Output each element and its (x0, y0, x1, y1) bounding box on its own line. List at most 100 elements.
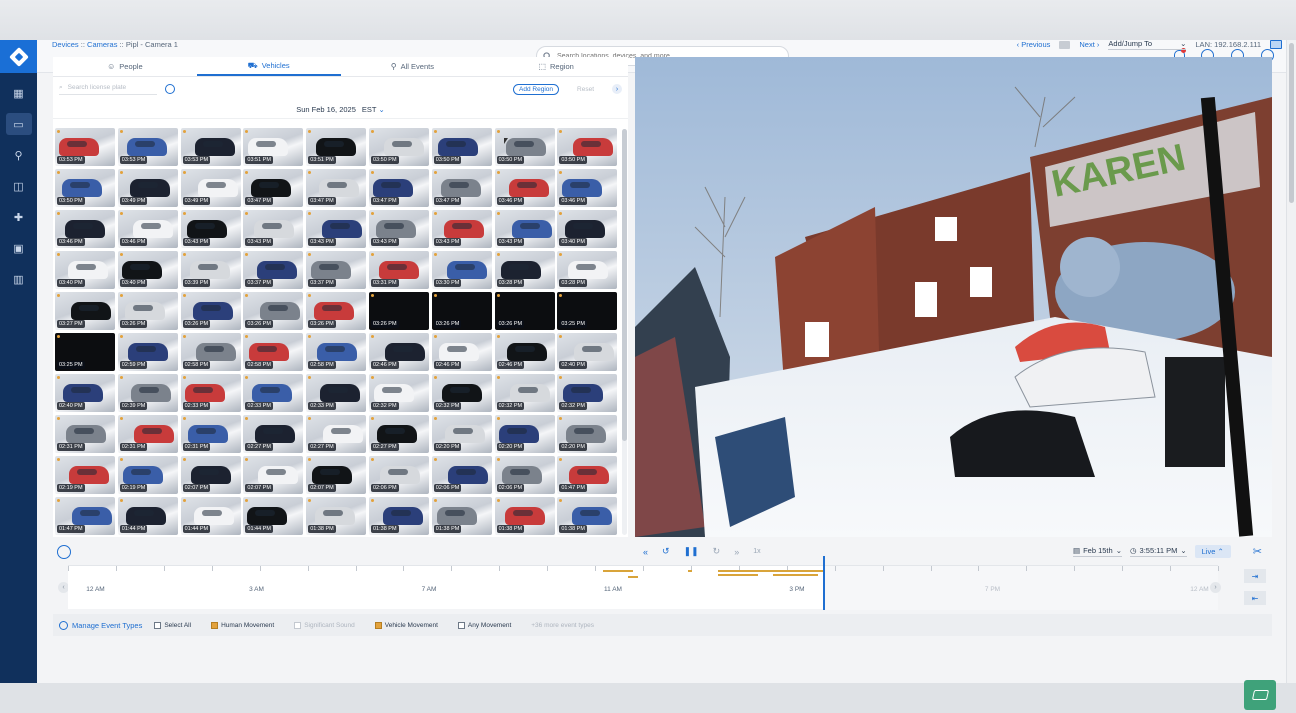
vehicle-thumbnail[interactable]: 02:46 PM (431, 333, 492, 371)
tab-all-events[interactable]: ⚲ All Events (341, 57, 485, 76)
zoom-search-icon[interactable] (57, 545, 71, 559)
vehicle-thumbnail[interactable]: 02:32 PM (431, 374, 492, 412)
window-scrollbar[interactable] (1287, 40, 1296, 683)
vehicle-thumbnail[interactable]: 02:20 PM (557, 415, 617, 453)
breadcrumb-cameras[interactable]: Cameras (87, 40, 117, 49)
cameras-nav-item[interactable]: ▭ (5, 113, 32, 135)
plate-search-field[interactable]: ⌕ Search license plate (59, 84, 157, 95)
tab-vehicles[interactable]: ⛟ Vehicles (196, 57, 341, 76)
more-event-types-link[interactable]: +36 more event types (531, 622, 594, 629)
vehicle-thumbnail[interactable]: 03:47 PM (243, 169, 304, 207)
vehicle-thumbnail[interactable]: 02:07 PM (306, 456, 367, 494)
vehicle-thumbnail[interactable]: 03:49 PM (180, 169, 241, 207)
vehicle-thumbnail[interactable]: 01:38 PM (494, 497, 555, 535)
timeline-event-bar[interactable] (688, 570, 692, 572)
breadcrumb-devices[interactable]: Devices (52, 40, 79, 49)
vehicle-thumbnail[interactable]: 03:50 PM (431, 128, 492, 166)
vehicle-thumbnail[interactable]: 03:43 PM (431, 210, 492, 248)
vehicle-thumbnail[interactable]: 03:51 PM (243, 128, 304, 166)
event-type-checkbox-significant-sound[interactable]: Significant Sound (294, 621, 355, 629)
color-palette-icon[interactable] (165, 84, 175, 94)
vehicle-thumbnail[interactable]: 02:58 PM (180, 333, 241, 371)
event-type-checkbox-vehicle-movement[interactable]: Vehicle Movement (374, 621, 438, 629)
vehicle-thumbnail[interactable]: 02:59 PM (117, 333, 178, 371)
reset-button[interactable]: Reset (577, 86, 594, 93)
vehicle-thumbnail[interactable]: 03:31 PM (368, 251, 429, 289)
vehicle-thumbnail[interactable]: 01:44 PM (180, 497, 241, 535)
vehicle-thumbnail[interactable]: 03:50 PM (494, 128, 555, 166)
vehicle-thumbnail[interactable]: 02:33 PM (243, 374, 304, 412)
vehicle-thumbnail[interactable]: 02:19 PM (117, 456, 178, 494)
time-picker[interactable]: ◷ 3:55:11 PM ⌄ (1129, 546, 1187, 557)
grid-scrollbar[interactable] (622, 129, 627, 535)
access-control-nav-item[interactable]: ✚ (6, 206, 32, 228)
vehicle-thumbnail[interactable]: 02:27 PM (368, 415, 429, 453)
vehicle-thumbnail[interactable]: 03:50 PM (55, 169, 115, 207)
vehicle-thumbnail[interactable]: 03:37 PM (306, 251, 367, 289)
timeline-playhead[interactable] (823, 556, 825, 610)
vehicle-thumbnail[interactable]: 03:49 PM (117, 169, 178, 207)
vehicle-thumbnail[interactable]: 03:37 PM (243, 251, 304, 289)
vehicle-thumbnail[interactable]: 02:46 PM (494, 333, 555, 371)
chat-support-button[interactable] (1244, 680, 1276, 710)
tab-region[interactable]: ⬚ Region (484, 57, 628, 76)
vehicle-thumbnail[interactable]: 02:07 PM (243, 456, 304, 494)
vehicle-thumbnail[interactable]: 02:31 PM (117, 415, 178, 453)
vehicle-thumbnail[interactable]: 03:26 PM (368, 292, 429, 330)
timezone-select[interactable]: EST ⌄ (362, 105, 385, 114)
dashboard-nav-item[interactable]: ▦ (6, 82, 32, 104)
rewind-button[interactable]: « (643, 547, 648, 557)
vehicle-thumbnail[interactable]: 03:50 PM (368, 128, 429, 166)
timeline-right-button[interactable]: › (1210, 582, 1221, 593)
vehicle-thumbnail[interactable]: 02:20 PM (494, 415, 555, 453)
vehicle-thumbnail[interactable]: 02:06 PM (368, 456, 429, 494)
vehicle-thumbnail[interactable]: 02:58 PM (306, 333, 367, 371)
vehicle-thumbnail[interactable]: 03:28 PM (557, 251, 617, 289)
vehicle-thumbnail[interactable]: 03:47 PM (306, 169, 367, 207)
playback-rate[interactable]: 1x (753, 548, 760, 555)
vehicle-thumbnail[interactable]: 02:32 PM (557, 374, 617, 412)
timeline-event-bar[interactable] (603, 570, 633, 572)
vehicle-thumbnail[interactable]: 03:26 PM (494, 292, 555, 330)
date-picker[interactable]: ▤ Feb 15th ⌄ (1072, 546, 1122, 557)
vehicle-thumbnail[interactable]: 03:43 PM (243, 210, 304, 248)
vehicle-thumbnail[interactable]: 02:06 PM (494, 456, 555, 494)
vehicle-thumbnail[interactable]: 01:44 PM (243, 497, 304, 535)
vehicle-thumbnail[interactable]: 03:40 PM (117, 251, 178, 289)
vehicle-thumbnail[interactable]: 03:40 PM (55, 251, 115, 289)
tab-people[interactable]: ☺ People (53, 57, 197, 76)
event-type-checkbox-human-movement[interactable]: Human Movement (211, 621, 274, 629)
map-nav-item[interactable]: ◫ (6, 175, 32, 197)
vehicle-thumbnail[interactable]: 03:26 PM (243, 292, 304, 330)
add-region-button[interactable]: Add Region (513, 83, 560, 95)
skip-back-button[interactable]: ↺ (662, 546, 670, 557)
vehicle-thumbnail[interactable]: 03:46 PM (117, 210, 178, 248)
vehicle-thumbnail[interactable]: 03:46 PM (55, 210, 115, 248)
timeline-event-bar[interactable] (628, 576, 638, 578)
vehicle-thumbnail[interactable]: 03:43 PM (494, 210, 555, 248)
previous-camera-link[interactable]: ‹ Previous (1017, 40, 1051, 49)
vehicle-thumbnail[interactable]: 03:53 PM (55, 128, 115, 166)
jump-to-select[interactable]: Add/Jump To ⌄ (1108, 39, 1187, 50)
timeline-track[interactable]: 12 AM 3 AM 7 AM 11 AM 3 PM 7 PM 12 AM (68, 556, 1219, 610)
vehicle-thumbnail[interactable]: 03:53 PM (180, 128, 241, 166)
printer-icon[interactable] (1059, 40, 1071, 49)
vehicle-thumbnail[interactable]: 03:26 PM (180, 292, 241, 330)
vehicle-thumbnail[interactable]: 02:27 PM (243, 415, 304, 453)
vehicle-thumbnail[interactable]: 03:30 PM (431, 251, 492, 289)
live-button[interactable]: Live ⌃ (1194, 545, 1231, 558)
vehicle-thumbnail[interactable]: 03:39 PM (180, 251, 241, 289)
fast-forward-button[interactable]: » (734, 547, 739, 557)
vehicle-thumbnail[interactable]: 01:47 PM (557, 456, 617, 494)
timeline-event-bar[interactable] (718, 574, 758, 576)
clip-scissors-icon[interactable]: ✂ (1253, 545, 1262, 558)
vehicle-thumbnail[interactable]: 02:40 PM (55, 374, 115, 412)
vehicle-thumbnail[interactable]: 03:43 PM (368, 210, 429, 248)
vehicle-thumbnail[interactable]: 03:25 PM (557, 292, 617, 330)
vehicle-thumbnail[interactable]: 02:33 PM (306, 374, 367, 412)
camera-video-feed[interactable]: KAREN (635, 57, 1272, 537)
vehicle-thumbnail[interactable]: 03:46 PM (494, 169, 555, 207)
vehicle-thumbnail[interactable]: 02:20 PM (431, 415, 492, 453)
zoom-out-timeline-button[interactable]: ⇤ (1244, 591, 1266, 605)
app-logo[interactable] (0, 40, 37, 73)
